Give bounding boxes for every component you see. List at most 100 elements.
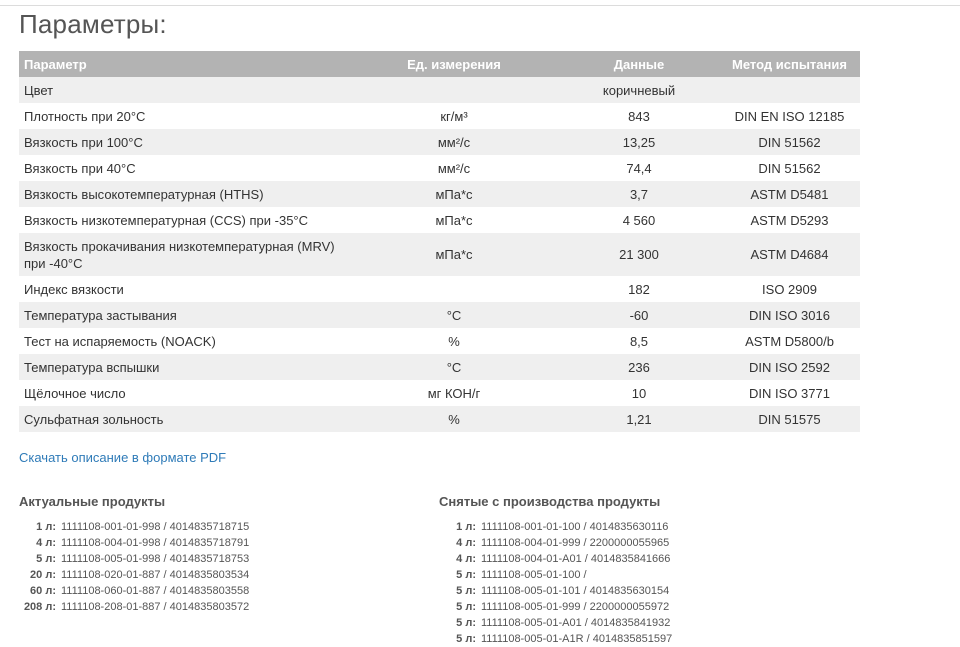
param-name: Цвет	[19, 77, 349, 103]
param-method: ASTM D5293	[719, 207, 860, 233]
param-unit: °C	[349, 354, 559, 380]
list-item: 4 л: 1111108-004-01-A01 / 4014835841666	[439, 551, 672, 567]
table-row: Вязкость низкотемпературная (CCS) при -3…	[19, 207, 860, 233]
table-row: Вязкость прокачивания низкотемпературная…	[19, 233, 860, 276]
list-item: 1 л: 1111108-001-01-100 / 4014835630116	[439, 519, 672, 535]
param-name: Температура вспышки	[19, 354, 349, 380]
pack-size: 1 л:	[456, 521, 476, 533]
list-item: 20 л: 1111108-020-01-887 / 4014835803534	[19, 567, 249, 583]
product-code: 1111108-001-01-998 / 4014835718715	[61, 521, 250, 533]
param-method: ASTM D4684	[719, 233, 860, 276]
param-value: -60	[559, 302, 719, 328]
pack-size: 5 л:	[456, 569, 476, 581]
column-header-unit: Ед. измерения	[349, 51, 559, 77]
table-row: Щёлочное число мг КОН/г 10 DIN ISO 3771	[19, 380, 860, 406]
param-value: 4 560	[559, 207, 719, 233]
param-unit: мм²/с	[349, 129, 559, 155]
current-products-list: 1 л: 1111108-001-01-998 / 4014835718715 4…	[19, 519, 249, 615]
param-method: DIN ISO 3771	[719, 380, 860, 406]
table-row: Цвет коричневый	[19, 77, 860, 103]
product-code: 1111108-005-01-A01 / 4014835841932	[481, 617, 671, 629]
product-code: 1111108-001-01-100 / 4014835630116	[481, 521, 669, 533]
param-value: 182	[559, 276, 719, 302]
param-unit	[349, 77, 559, 103]
param-name: Вязкость прокачивания низкотемпературная…	[19, 233, 349, 276]
param-value: 236	[559, 354, 719, 380]
page-title: Параметры:	[19, 9, 167, 39]
pack-size: 60 л:	[30, 585, 56, 597]
param-name: Вязкость при 40°C	[19, 155, 349, 181]
param-method	[719, 77, 860, 103]
table-row: Температура вспышки °C 236 DIN ISO 2592	[19, 354, 860, 380]
param-unit	[349, 276, 559, 302]
param-unit: мм²/с	[349, 155, 559, 181]
param-method: DIN ISO 2592	[719, 354, 860, 380]
pack-size: 20 л:	[30, 569, 56, 581]
param-method: DIN ISO 3016	[719, 302, 860, 328]
pack-size: 208 л:	[23, 601, 56, 613]
param-method: DIN 51562	[719, 155, 860, 181]
list-item: 5 л: 1111108-005-01-999 / 2200000055972	[439, 599, 672, 615]
param-method: DIN 51562	[719, 129, 860, 155]
column-header-data: Данные	[559, 51, 719, 77]
product-code: 1111108-005-01-998 / 4014835718753	[61, 553, 250, 565]
product-code: 1111108-020-01-887 / 4014835803534	[61, 569, 250, 581]
parameters-table: Параметр Ед. измерения Данные Метод испы…	[19, 51, 860, 432]
param-name: Температура застывания	[19, 302, 349, 328]
discontinued-products-section: Снятые с производства продукты 1 л: 11111…	[439, 494, 672, 647]
param-unit: мПа*с	[349, 207, 559, 233]
pack-size: 4 л:	[36, 537, 56, 549]
param-method: DIN EN ISO 12185	[719, 103, 860, 129]
param-value: 74,4	[559, 155, 719, 181]
list-item: 1 л: 1111108-001-01-998 / 4014835718715	[19, 519, 249, 535]
param-unit: кг/м³	[349, 103, 559, 129]
product-code: 1111108-004-01-999 / 2200000055965	[481, 537, 670, 549]
product-code: 1111108-005-01-999 / 2200000055972	[481, 601, 670, 613]
download-pdf-link[interactable]: Скачать описание в формате PDF	[19, 450, 226, 465]
table-row: Вязкость при 100°C мм²/с 13,25 DIN 51562	[19, 129, 860, 155]
pack-size: 4 л:	[456, 537, 476, 549]
param-name: Вязкость низкотемпературная (CCS) при -3…	[19, 207, 349, 233]
param-unit: °C	[349, 302, 559, 328]
discontinued-products-heading: Снятые с производства продукты	[439, 494, 661, 509]
list-item: 4 л: 1111108-004-01-998 / 4014835718791	[19, 535, 249, 551]
list-item: 5 л: 1111108-005-01-A01 / 4014835841932	[439, 615, 672, 631]
table-row: Индекс вязкости 182 ISO 2909	[19, 276, 860, 302]
list-item: 208 л: 1111108-208-01-887 / 4014835803572	[19, 599, 249, 615]
param-name: Вязкость высокотемпературная (HTHS)	[19, 181, 349, 207]
param-value: 21 300	[559, 233, 719, 276]
param-name: Индекс вязкости	[19, 276, 349, 302]
current-products-section: Актуальные продукты 1 л: 1111108-001-01-9…	[19, 494, 249, 615]
product-code: 1111108-005-01-101 / 4014835630154	[481, 585, 670, 597]
pack-size: 5 л:	[456, 617, 476, 629]
param-value: 10	[559, 380, 719, 406]
param-unit: мПа*с	[349, 181, 559, 207]
table-header-row: Параметр Ед. измерения Данные Метод испы…	[19, 51, 860, 77]
product-code: 1111108-005-01-A1R / 4014835851597	[481, 633, 673, 645]
param-unit: мг КОН/г	[349, 380, 559, 406]
pack-size: 5 л:	[456, 601, 476, 613]
param-value: 1,21	[559, 406, 719, 432]
param-value: 8,5	[559, 328, 719, 354]
list-item: 60 л: 1111108-060-01-887 / 4014835803558	[19, 583, 249, 599]
param-method: DIN 51575	[719, 406, 860, 432]
top-divider	[0, 5, 960, 6]
table-row: Вязкость при 40°C мм²/с 74,4 DIN 51562	[19, 155, 860, 181]
product-code: 1111108-060-01-887 / 4014835803558	[61, 585, 250, 597]
param-value: коричневый	[559, 77, 719, 103]
current-products-heading: Актуальные продукты	[19, 494, 166, 509]
param-name: Вязкость при 100°C	[19, 129, 349, 155]
param-name: Плотность при 20°C	[19, 103, 349, 129]
pack-size: 4 л:	[456, 553, 476, 565]
list-item: 5 л: 1111108-005-01-100 /	[439, 567, 672, 583]
product-code: 1111108-208-01-887 / 4014835803572	[61, 601, 250, 613]
product-code: 1111108-005-01-100 /	[481, 569, 587, 581]
param-value: 13,25	[559, 129, 719, 155]
param-method: ASTM D5481	[719, 181, 860, 207]
pack-size: 5 л:	[456, 585, 476, 597]
pack-size: 5 л:	[456, 633, 476, 645]
column-header-method: Метод испытания	[719, 51, 860, 77]
discontinued-products-list: 1 л: 1111108-001-01-100 / 4014835630116 4…	[439, 519, 672, 647]
product-code: 1111108-004-01-998 / 4014835718791	[61, 537, 250, 549]
param-unit: %	[349, 328, 559, 354]
